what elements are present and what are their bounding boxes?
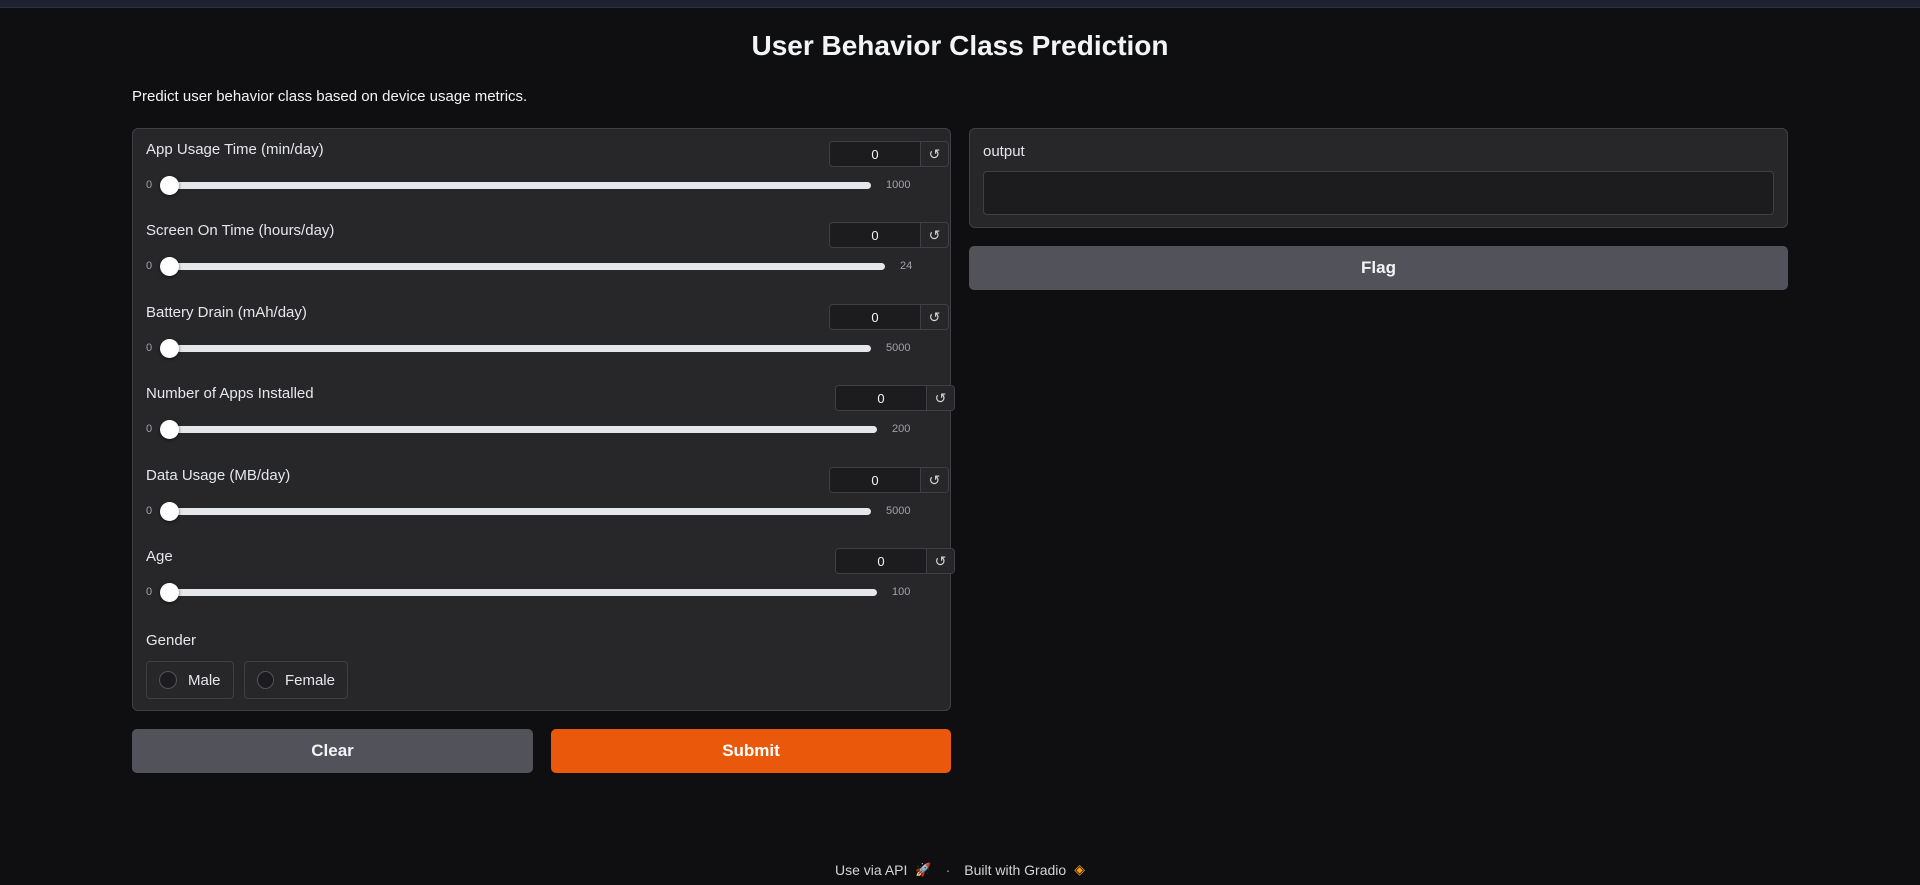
battery-max: 5000 — [886, 342, 911, 354]
num-apps-label: Number of Apps Installed — [146, 385, 314, 402]
age-max: 100 — [892, 586, 911, 598]
radio-circle-icon — [159, 671, 177, 689]
data-usage-reset-icon[interactable]: ↺ — [920, 468, 948, 492]
app-usage-slider-thumb[interactable] — [160, 176, 179, 195]
built-with-gradio-link[interactable]: Built with Gradio — [964, 862, 1066, 878]
page-title: User Behavior Class Prediction — [751, 30, 1169, 61]
data-usage-slider-block: Data Usage (MB/day) ↺ 0 5000 — [146, 455, 949, 525]
data-usage-min: 0 — [146, 505, 153, 517]
use-via-api-link[interactable]: Use via API — [835, 862, 907, 878]
battery-slider-track[interactable] — [168, 345, 871, 352]
app-usage-slider-track[interactable] — [168, 182, 871, 189]
battery-number-group: ↺ — [829, 304, 949, 330]
app-usage-label: App Usage Time (min/day) — [146, 141, 324, 158]
data-usage-max: 5000 — [886, 505, 911, 517]
flag-button[interactable]: Flag — [969, 246, 1788, 290]
top-strip — [0, 0, 1920, 8]
battery-label: Battery Drain (mAh/day) — [146, 304, 307, 321]
num-apps-number-group: ↺ — [835, 385, 955, 411]
num-apps-min: 0 — [146, 423, 153, 435]
age-number-group: ↺ — [835, 548, 955, 574]
num-apps-max: 200 — [892, 423, 911, 435]
output-label: output — [983, 143, 1025, 160]
input-panel: App Usage Time (min/day) ↺ 0 1000 Screen… — [132, 128, 955, 711]
gender-option-male[interactable]: Male — [146, 661, 234, 699]
output-panel: output — [969, 128, 1788, 228]
app-usage-max: 1000 — [886, 179, 911, 191]
gender-option-female[interactable]: Female — [244, 661, 348, 699]
screen-on-slider-block: Screen On Time (hours/day) ↺ 0 24 — [146, 210, 949, 280]
app-usage-min: 0 — [146, 179, 153, 191]
footer-separator: · — [945, 861, 951, 878]
age-slider-block: Age ↺ 0 100 — [146, 536, 955, 606]
clear-button[interactable]: Clear — [132, 729, 533, 773]
gender-option-male-label: Male — [188, 671, 221, 689]
num-apps-slider-block: Number of Apps Installed ↺ 0 200 — [146, 373, 955, 443]
age-reset-icon[interactable]: ↺ — [926, 549, 954, 573]
app-usage-number-group: ↺ — [829, 141, 949, 167]
app-usage-number-input[interactable] — [830, 142, 920, 166]
gender-option-female-label: Female — [284, 671, 335, 689]
submit-button[interactable]: Submit — [551, 729, 951, 773]
radio-circle-icon — [257, 671, 274, 689]
gender-label: Gender — [146, 632, 197, 649]
data-usage-label: Data Usage (MB/day) — [146, 467, 291, 484]
screen-on-number-group: ↺ — [829, 222, 949, 248]
gradio-logo-icon: ◈ — [1074, 861, 1085, 877]
data-usage-slider-track[interactable] — [168, 508, 871, 515]
screen-on-slider-thumb[interactable] — [160, 257, 179, 276]
screen-on-number-input[interactable] — [830, 223, 920, 247]
num-apps-reset-icon[interactable]: ↺ — [926, 386, 954, 410]
rocket-icon: 🚀 — [915, 861, 932, 877]
app-usage-slider-block: App Usage Time (min/day) ↺ 0 1000 — [146, 129, 949, 199]
screen-on-min: 0 — [146, 260, 153, 272]
age-slider-thumb[interactable] — [160, 583, 179, 602]
age-min: 0 — [146, 586, 153, 598]
age-slider-track[interactable] — [168, 589, 877, 596]
app-usage-reset-icon[interactable]: ↺ — [920, 142, 948, 166]
age-label: Age — [146, 548, 173, 565]
screen-on-label: Screen On Time (hours/day) — [146, 222, 335, 239]
battery-slider-block: Battery Drain (mAh/day) ↺ 0 5000 — [146, 292, 949, 362]
battery-slider-thumb[interactable] — [160, 339, 179, 358]
screen-on-slider-track[interactable] — [168, 263, 885, 270]
data-usage-number-input[interactable] — [830, 468, 920, 492]
screen-on-reset-icon[interactable]: ↺ — [920, 223, 948, 247]
footer: Use via API 🚀 · Built with Gradio ◈ — [0, 861, 1920, 878]
data-usage-slider-thumb[interactable] — [160, 502, 179, 521]
num-apps-number-input[interactable] — [836, 386, 926, 410]
num-apps-slider-thumb[interactable] — [160, 420, 179, 439]
output-textbox[interactable] — [983, 171, 1774, 215]
battery-number-input[interactable] — [830, 305, 920, 329]
data-usage-number-group: ↺ — [829, 467, 949, 493]
page-description: Predict user behavior class based on dev… — [132, 88, 528, 105]
age-number-input[interactable] — [836, 549, 926, 573]
battery-min: 0 — [146, 342, 153, 354]
screen-on-max: 24 — [900, 260, 913, 272]
battery-reset-icon[interactable]: ↺ — [920, 305, 948, 329]
num-apps-slider-track[interactable] — [168, 426, 877, 433]
